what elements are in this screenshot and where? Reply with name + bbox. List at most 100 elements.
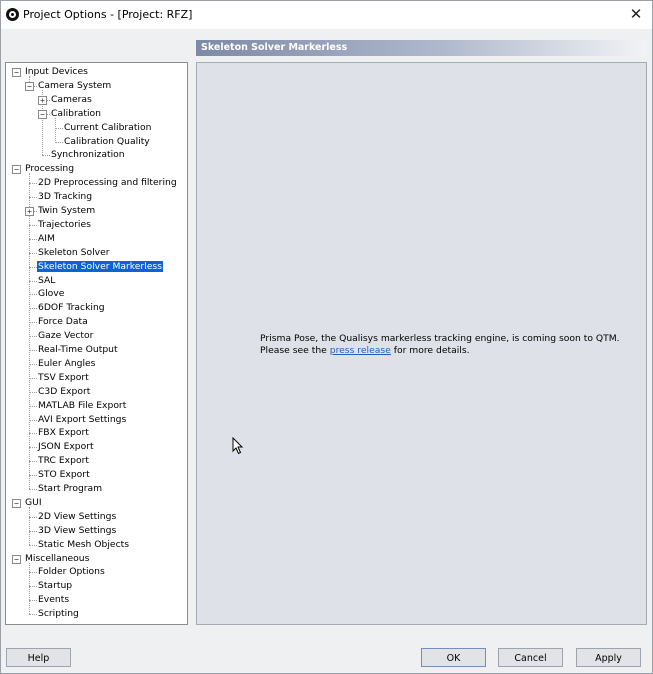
expand-icon[interactable]: + (25, 207, 34, 216)
collapse-icon[interactable]: − (38, 109, 47, 119)
tree-item[interactable]: Skeleton Solver (37, 246, 111, 260)
tree-item[interactable]: Cameras (50, 93, 93, 107)
collapse-icon[interactable]: − (25, 81, 34, 91)
tree-item[interactable]: Trajectories (37, 218, 92, 232)
tree-item-label: JSON Export (38, 441, 94, 453)
tree-item-label: Skeleton Solver Markerless (36, 259, 164, 273)
tree-connector (29, 475, 37, 477)
tree-item[interactable]: Skeleton Solver Markerless (36, 259, 164, 274)
tree-item[interactable]: 2D Preprocessing and filtering (37, 176, 178, 190)
tree-connector (29, 308, 37, 310)
tree-item-label: Start Program (38, 483, 103, 494)
tree-item[interactable]: Camera System (37, 79, 112, 93)
tree-item-label: 3D View Settings (38, 524, 117, 536)
tree-item[interactable]: 3D Tracking (37, 190, 93, 204)
tree-item[interactable]: JSON Export (37, 440, 95, 454)
tree-item[interactable]: Startup (37, 579, 73, 593)
tree-item-label: Input Devices (25, 66, 88, 77)
tree-item[interactable]: SAL (37, 274, 56, 288)
tree-connector (29, 433, 37, 435)
tree-item[interactable]: AVI Export Settings (37, 413, 127, 427)
tree-item[interactable]: 3D View Settings (37, 524, 117, 538)
tree-item[interactable]: Force Data (37, 315, 89, 329)
tree-item[interactable]: Calibration Quality (63, 135, 151, 149)
tree-item-label: Synchronization (51, 149, 125, 161)
tree-item[interactable]: Current Calibration (63, 121, 152, 135)
tree-item[interactable]: Glove (37, 287, 65, 301)
tree-item[interactable]: Input Devices (24, 65, 89, 79)
tree-connector (29, 266, 37, 268)
tree-item-label: Euler Angles (38, 357, 96, 369)
tree-item[interactable]: Gaze Vector (37, 329, 94, 343)
tree-item-label: SAL (38, 274, 56, 286)
tree-item[interactable]: Calibration (50, 107, 102, 121)
tree-item[interactable]: Start Program (37, 482, 103, 496)
tree-item[interactable]: Miscellaneous (24, 552, 90, 566)
tree-item[interactable]: Processing (24, 162, 75, 176)
tree-item-label: C3D Export (38, 385, 91, 397)
tree-item[interactable]: Events (37, 593, 70, 607)
tree-item[interactable]: Scripting (37, 607, 80, 621)
tree-item-label: Current Calibration (64, 121, 152, 133)
tree-item[interactable]: TRC Export (37, 454, 90, 468)
tree-item-label: Real-Time Output (38, 344, 118, 355)
info-message-line1: Prisma Pose, the Qualisys markerless tra… (260, 333, 620, 344)
tree-item[interactable]: Real-Time Output (37, 343, 119, 357)
press-release-link[interactable]: press release (330, 345, 391, 356)
tree-item[interactable]: Synchronization (50, 148, 126, 162)
close-icon[interactable]: ✕ (628, 6, 644, 22)
tree-item[interactable]: GUI (24, 496, 43, 510)
tree-item-label: Camera System (38, 79, 112, 91)
tree-connector (29, 600, 37, 602)
tree-item[interactable]: Folder Options (37, 565, 106, 579)
settings-panel: Prisma Pose, the Qualisys markerless tra… (196, 62, 647, 625)
tree-item[interactable]: MATLAB File Export (37, 399, 127, 413)
app-icon (6, 8, 19, 21)
ok-button[interactable]: OK (421, 648, 486, 667)
tree-connector (29, 506, 30, 545)
tree-connector (29, 238, 37, 240)
tree-connector (29, 224, 37, 226)
window-title: Project Options - [Project: RFZ] (23, 8, 193, 21)
tree-item[interactable]: Static Mesh Objects (37, 538, 130, 552)
tree-connector (29, 461, 37, 463)
tree-item[interactable]: TSV Export (37, 371, 90, 385)
tree-item[interactable]: Euler Angles (37, 357, 96, 371)
tree-item-label: TRC Export (38, 455, 89, 467)
tree-connector (55, 127, 63, 129)
tree-item[interactable]: FBX Export (37, 426, 90, 440)
tree-item[interactable]: 6DOF Tracking (37, 301, 106, 315)
tree-connector (29, 294, 37, 296)
tree-item-label: GUI (25, 496, 42, 508)
info-message-suffix: for more details. (390, 345, 470, 356)
tree-connector (42, 155, 50, 157)
tree-item-label: Gaze Vector (38, 330, 94, 342)
tree-item[interactable]: C3D Export (37, 385, 91, 399)
collapse-icon[interactable]: − (12, 498, 21, 508)
tree-item[interactable]: STO Export (37, 468, 91, 482)
tree-item-label: Force Data (38, 316, 88, 328)
tree-item-label: STO Export (38, 469, 90, 481)
options-tree[interactable]: − Input Devices − Camera System + Cameras − Cal… (5, 62, 188, 625)
tree-item-label: FBX Export (38, 427, 89, 439)
tree-item[interactable]: AIM (37, 232, 56, 246)
collapse-icon[interactable]: − (12, 554, 21, 564)
tree-connector (29, 350, 37, 351)
tree-item[interactable]: Twin System (37, 204, 96, 218)
tree-connector (29, 363, 37, 365)
apply-button[interactable]: Apply (576, 648, 641, 667)
help-button[interactable]: Help (6, 648, 71, 667)
tree-item-label: TSV Export (38, 371, 89, 383)
collapse-icon[interactable]: − (12, 68, 21, 77)
tree-connector (29, 377, 37, 379)
tree-item-label: Scripting (38, 608, 79, 620)
tree-connector (29, 530, 37, 532)
tree-item-label: Trajectories (38, 218, 91, 230)
tree-item-label: Miscellaneous (25, 552, 90, 564)
tree-item[interactable]: 2D View Settings (37, 510, 117, 524)
tree-connector (29, 173, 30, 489)
cancel-button[interactable]: Cancel (498, 648, 563, 667)
collapse-icon[interactable]: − (12, 165, 21, 175)
expand-icon[interactable]: + (38, 95, 47, 105)
tree-item-label: Calibration Quality (64, 135, 150, 147)
